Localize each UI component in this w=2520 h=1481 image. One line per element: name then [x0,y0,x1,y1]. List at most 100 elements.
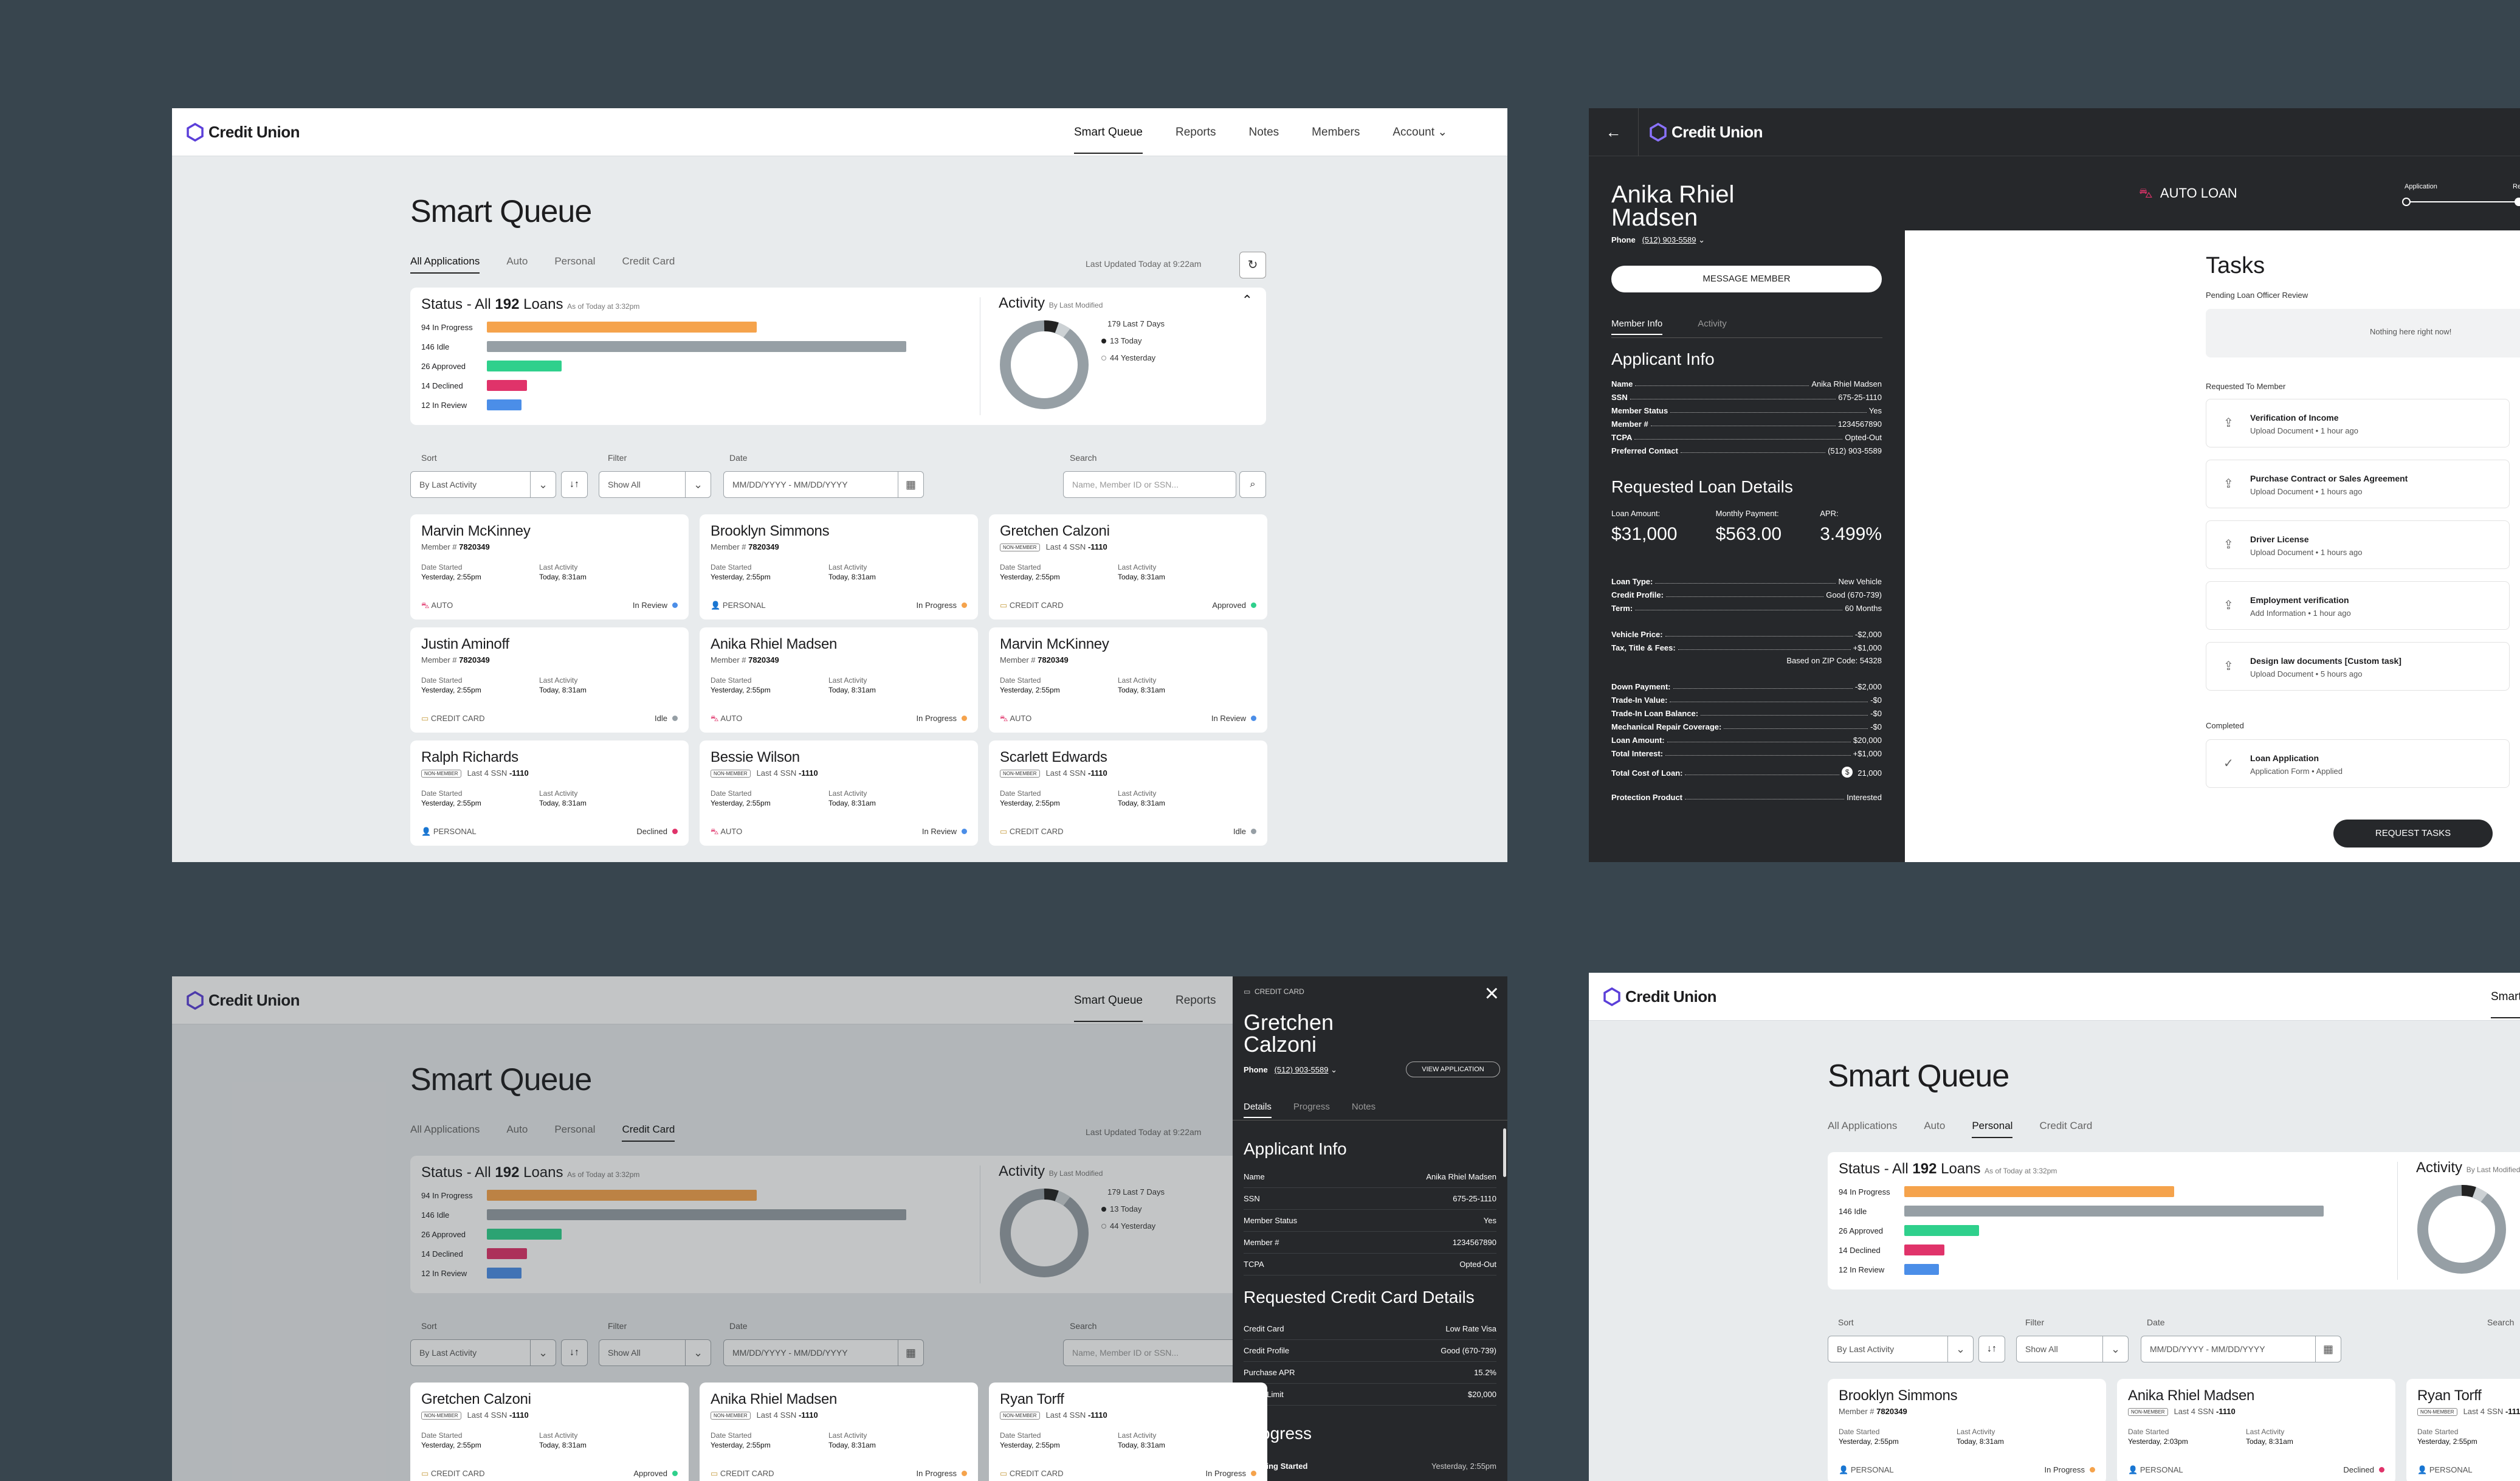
request-tasks-button[interactable]: REQUEST TASKS [2333,820,2493,848]
filter-select[interactable]: Show All ⌄ [2016,1336,2129,1362]
legend-today: 13 Today [1101,336,1165,353]
legend-dot [1101,339,1106,343]
application-card[interactable]: Anika Rhiel Madsen NON-MEMBER Last 4 SSN -… [700,1383,978,1481]
view-application-button[interactable]: VIEW APPLICATION [1406,1062,1500,1077]
tab-personal[interactable]: Personal [1972,1120,2013,1138]
protection-label: Protection Product [1611,793,1683,802]
loan-type-label: CREDIT CARD [1009,1469,1064,1478]
loan-type: 👤 PERSONAL [2128,1465,2183,1475]
application-card[interactable]: Anika Rhiel Madsen NON-MEMBER Last 4 SSN -… [2117,1379,2395,1481]
back-arrow-icon[interactable]: ← [1589,108,1639,156]
loan-amounts: Loan Amount: $31,000 Monthly Payment: $563… [1611,509,1882,545]
search-label: Search [1070,453,1097,463]
application-card[interactable]: Scarlett Edwards NON-MEMBER Last 4 SSN -11… [989,740,1267,846]
detail-label: Member Status [1244,1216,1298,1225]
applicant-name: Bessie Wilson [711,749,800,765]
application-card[interactable]: Gretchen Calzoni NON-MEMBER Last 4 SSN -11… [989,514,1267,620]
credit-card-icon: ▭ [1244,987,1251,996]
date-started-label: Date Started [711,676,752,685]
task-card[interactable]: ⇪ Employment verification Add Information … [2206,581,2510,630]
application-card[interactable]: Anika Rhiel Madsen Member # 7820349 Date S… [700,627,978,733]
loan-type: ▭ CREDIT CARD [421,1469,485,1479]
status-text: In Progress [916,714,957,723]
sort-select[interactable]: By Last Activity ⌄ [1828,1336,1974,1362]
detail-label: Down Payment: [1611,682,1671,691]
task-card[interactable]: ⇪ Driver License Upload Document • 1 hours… [2206,520,2510,569]
phone-link[interactable]: (512) 903-5589 [1642,235,1696,244]
application-card[interactable]: Bessie Wilson NON-MEMBER Last 4 SSN -1110 D… [700,740,978,846]
detail-label: Name [1611,379,1633,388]
tab-progress[interactable]: Progress [1293,1102,1330,1118]
calendar-icon[interactable]: ▦ [2315,1336,2341,1362]
status-count-value: 26 [421,361,430,371]
nav-notes[interactable]: Notes [1249,126,1279,139]
tab-personal[interactable]: Personal [554,255,595,274]
nav-account[interactable]: Account ⌄ [1393,125,1447,139]
brand-logo[interactable]: Credit Union [1603,973,1717,1021]
message-member-button[interactable]: MESSAGE MEMBER [1611,266,1882,292]
application-card[interactable]: Marvin McKinney Member # 7820349 Date Star… [410,514,689,620]
tab-credit-card[interactable]: Credit Card [622,255,675,274]
date-started-value: Yesterday, 2:55pm [711,686,771,694]
drawer-scrollbar[interactable] [1503,1128,1506,1177]
tab-details[interactable]: Details [1244,1102,1272,1118]
sort-order-button[interactable]: ↓↑ [561,471,588,498]
search-input[interactable]: Name, Member ID or SSN... [1063,471,1236,498]
task-card[interactable]: ⇪ Purchase Contract or Sales Agreement Upl… [2206,460,2510,508]
status-bar [1904,1245,1944,1255]
refresh-button[interactable]: ↻ [1239,252,1266,278]
date-range-input[interactable]: MM/DD/YYYY - MM/DD/YYYY ▦ [2141,1336,2341,1362]
brand-logo[interactable]: Credit Union [187,108,300,156]
application-card[interactable]: Ryan Torff NON-MEMBER Last 4 SSN -1110 Date… [989,1383,1267,1481]
tab-credit-card[interactable]: Credit Card [2039,1120,2092,1138]
close-icon[interactable]: × [1485,981,1499,1006]
tab-all-applications[interactable]: All Applications [1828,1120,1897,1138]
application-card[interactable]: Brooklyn Simmons Member # 7820349 Date Sta… [700,514,978,620]
application-card[interactable]: Ryan Torff NON-MEMBER Last 4 SSN -1110 Date… [2406,1379,2520,1481]
completed-task[interactable]: ✓ Loan Application Application Form • Appl… [2206,739,2510,788]
nav-members[interactable]: Members [1312,126,1360,139]
tab-auto[interactable]: Auto [506,255,528,274]
sort-select[interactable]: By Last Activity ⌄ [410,471,556,498]
nav-smart-queue[interactable]: Smart Queue [1074,126,1143,154]
loan-type-label: PERSONAL [1850,1465,1894,1474]
tab-member-info[interactable]: Member Info [1611,319,1663,335]
application-card[interactable]: Gretchen Calzoni NON-MEMBER Last 4 SSN -11… [410,1383,689,1481]
member-id: -1110 [798,1410,818,1420]
detail-value: -$0 [1870,696,1882,705]
sort-order-button[interactable]: ↓↑ [1978,1336,2005,1362]
phone-link[interactable]: (512) 903-5589 [1275,1065,1329,1074]
nav-reports[interactable]: Reports [1176,126,1216,139]
nav-smart-queue[interactable]: Smart Queue [2491,990,2520,1018]
sort-arrows-icon: ↓↑ [570,479,579,489]
application-card[interactable]: Brooklyn Simmons Member # 7820349 Date Sta… [1828,1379,2106,1481]
application-card[interactable]: Marvin McKinney Member # 7820349 Date Star… [989,627,1267,733]
tab-notes[interactable]: Notes [1352,1102,1375,1118]
task-card[interactable]: ⇪ Verification of Income Upload Document •… [2206,399,2510,447]
non-member-badge: NON-MEMBER [421,1412,461,1420]
leader-dots [1673,688,1853,689]
tab-auto[interactable]: Auto [1924,1120,1945,1138]
search-label: Search [2487,1317,2515,1327]
detail-value: Good (670-739) [1826,590,1882,599]
status-dot [1251,1471,1256,1476]
status-text: Approved [1212,601,1246,610]
search-button[interactable]: ⌕ [1239,471,1266,498]
brand-logo[interactable]: Credit Union [1650,108,1763,156]
application-card[interactable]: Justin Aminoff Member # 7820349 Date Start… [410,627,689,733]
phone-label: Phone [1244,1065,1268,1074]
task-card[interactable]: ⇪ Design law documents [Custom task] Uploa… [2206,642,2510,691]
detail-value: 60 Months [1845,604,1882,613]
top-header: Credit Union Smart Queue [1589,973,2520,1021]
calendar-icon[interactable]: ▦ [898,472,923,497]
filter-select[interactable]: Show All ⌄ [599,471,711,498]
status-badge: In Review [922,827,967,836]
tab-all-applications[interactable]: All Applications [410,255,480,274]
date-range-input[interactable]: MM/DD/YYYY - MM/DD/YYYY ▦ [723,471,924,498]
application-card[interactable]: Ralph Richards NON-MEMBER Last 4 SSN -1110… [410,740,689,846]
chevron-down-icon: ⌄ [2102,1336,2128,1362]
collapse-chevron-icon[interactable]: ⌃ [1242,292,1253,308]
date-started-value: Yesterday, 2:55pm [711,573,771,581]
tab-activity[interactable]: Activity [1698,319,1727,335]
applicant-name: Anika Rhiel Madsen [711,1391,838,1407]
